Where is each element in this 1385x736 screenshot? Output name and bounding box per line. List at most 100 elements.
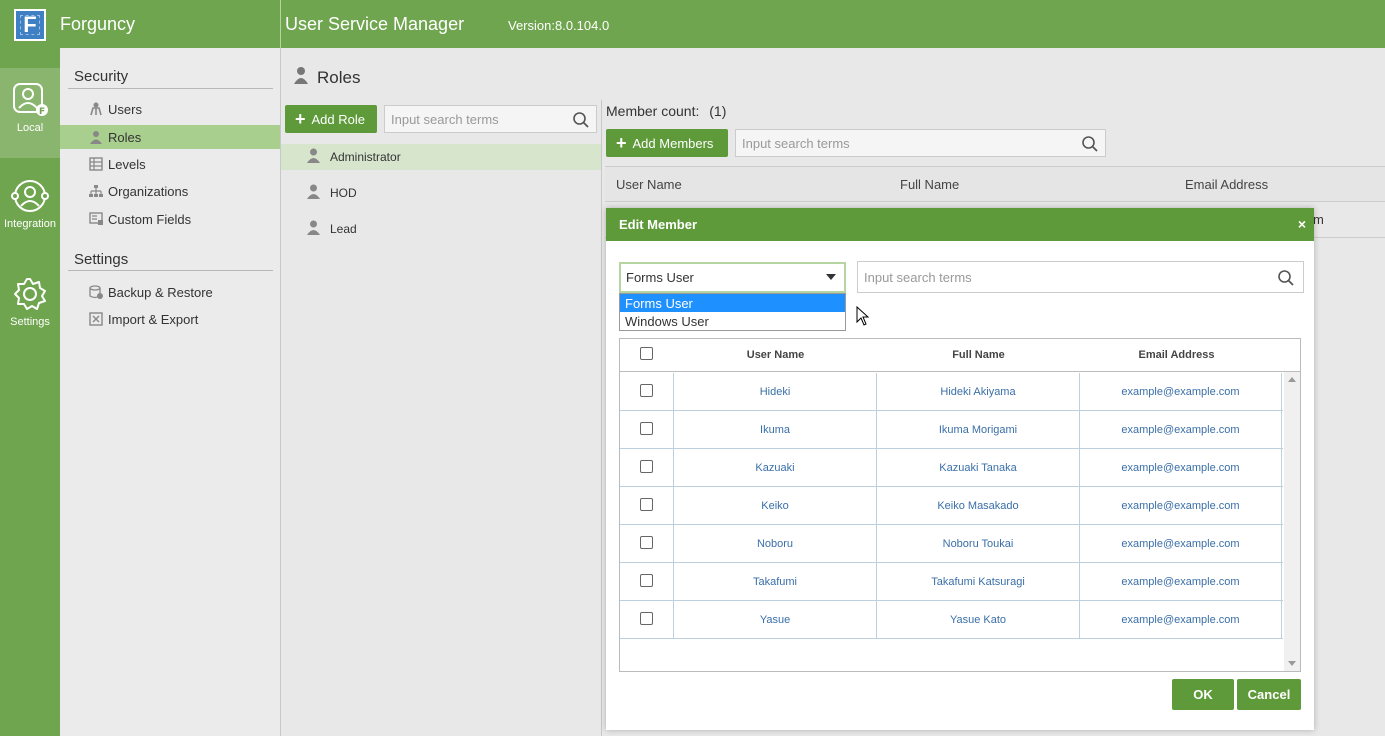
column-header[interactable]: Email Address — [1185, 177, 1268, 192]
rail-label-settings: Settings — [10, 316, 50, 328]
row-checkbox[interactable] — [640, 422, 653, 435]
row-checkbox[interactable] — [640, 460, 653, 473]
member-count-value: (1) — [709, 103, 727, 119]
column-header[interactable]: Full Name — [877, 349, 1080, 361]
nav-item-roles[interactable]: Roles — [60, 125, 280, 149]
role-label: HOD — [330, 186, 357, 200]
integration-icon — [11, 180, 49, 212]
add-role-button[interactable]: + Add Role — [285, 105, 377, 133]
brand-name: Forguncy — [60, 14, 136, 34]
row-checkbox[interactable] — [640, 612, 653, 625]
users-icon — [88, 101, 104, 117]
nav-item-import-export[interactable]: Import & Export — [60, 307, 280, 331]
settings-heading: Settings — [74, 251, 129, 268]
cell-email: example@example.com — [1079, 563, 1282, 601]
table-row[interactable]: Noboru Noboru Toukai example@example.com — [620, 525, 1283, 563]
security-heading: Security — [74, 68, 129, 85]
cell-full-name: Hideki Akiyama — [876, 373, 1079, 411]
chevron-down-icon — [826, 274, 836, 280]
ok-button[interactable]: OK — [1172, 679, 1234, 710]
local-user-icon: F — [13, 83, 48, 117]
scroll-up-icon[interactable] — [1288, 377, 1296, 382]
cell-email: example@example.com — [1079, 373, 1282, 411]
nav-label-backup-restore: Backup & Restore — [108, 284, 213, 300]
rail-label-local: Local — [16, 122, 44, 134]
search-icon[interactable] — [1081, 135, 1099, 156]
rail-item-integration[interactable]: Integration — [0, 178, 60, 248]
close-icon[interactable]: × — [1298, 216, 1306, 232]
edit-member-dialog: Edit Member × Forms User Forms User Wind… — [606, 208, 1314, 730]
option-windows-user[interactable]: Windows User — [620, 312, 845, 330]
grid-header: User Name Full Name Email Address — [620, 339, 1300, 372]
rail-item-settings[interactable]: Settings — [0, 276, 60, 346]
role-item-hod[interactable]: HOD — [281, 175, 601, 211]
cell-full-name: Keiko Masakado — [876, 487, 1079, 525]
cell-user-name: Noboru — [673, 525, 876, 563]
top-divider — [280, 0, 281, 48]
nav-item-backup-restore[interactable]: Backup & Restore — [60, 280, 280, 304]
cell-full-name: Takafumi Katsuragi — [876, 563, 1079, 601]
column-header[interactable]: Full Name — [900, 177, 959, 192]
role-item-administrator[interactable]: Administrator — [281, 144, 601, 170]
table-row[interactable]: Kazuaki Kazuaki Tanaka example@example.c… — [620, 449, 1283, 487]
nav-label-levels: Levels — [108, 156, 146, 172]
table-row[interactable]: Keiko Keiko Masakado example@example.com — [620, 487, 1283, 525]
table-row[interactable]: Hideki Hideki Akiyama example@example.co… — [620, 373, 1283, 411]
role-icon — [307, 148, 320, 166]
plus-icon: + — [616, 133, 627, 153]
member-email-partial: m — [1313, 212, 1324, 227]
table-row[interactable]: Ikuma Ikuma Morigami example@example.com — [620, 411, 1283, 449]
rail-item-local[interactable]: F Local — [0, 68, 60, 158]
search-icon[interactable] — [1277, 269, 1295, 290]
dialog-search-input[interactable]: Input search terms — [857, 261, 1304, 293]
user-type-select[interactable]: Forms User — [619, 262, 846, 293]
search-icon[interactable] — [572, 111, 590, 132]
member-search-placeholder: Input search terms — [742, 135, 850, 151]
dialog-search-placeholder: Input search terms — [864, 269, 972, 285]
role-icon — [88, 129, 104, 145]
user-grid: User Name Full Name Email Address Hideki… — [619, 338, 1301, 672]
nav-label-organizations: Organizations — [108, 183, 189, 199]
backup-icon — [88, 284, 104, 300]
grid-scrollbar[interactable] — [1284, 372, 1300, 671]
custom-fields-icon — [88, 211, 104, 227]
column-header[interactable]: User Name — [674, 349, 877, 361]
column-header[interactable]: User Name — [616, 177, 682, 192]
cell-user-name: Yasue — [673, 601, 876, 639]
app-title: User Service Manager — [285, 14, 465, 34]
nav-item-organizations[interactable]: Organizations — [60, 179, 280, 203]
row-checkbox[interactable] — [640, 574, 653, 587]
cell-email: example@example.com — [1079, 601, 1282, 639]
nav-label-import-export: Import & Export — [108, 311, 199, 327]
user-type-dropdown: Forms User Windows User — [619, 293, 846, 331]
option-forms-user[interactable]: Forms User — [620, 294, 845, 312]
nav-item-custom-fields[interactable]: Custom Fields — [60, 207, 280, 231]
role-search-placeholder: Input search terms — [391, 111, 499, 127]
role-search-input[interactable]: Input search terms — [384, 105, 597, 133]
member-search-input[interactable]: Input search terms — [735, 129, 1106, 157]
cell-email: example@example.com — [1079, 525, 1282, 563]
nav-item-levels[interactable]: Levels — [60, 152, 280, 176]
scroll-down-icon[interactable] — [1288, 661, 1296, 666]
nav-label-custom-fields: Custom Fields — [108, 211, 192, 227]
table-row[interactable]: Yasue Yasue Kato example@example.com — [620, 601, 1283, 639]
row-checkbox[interactable] — [640, 536, 653, 549]
cell-email: example@example.com — [1079, 411, 1282, 449]
add-members-button[interactable]: + Add Members — [606, 129, 728, 157]
rail-label-integration: Integration — [4, 218, 56, 230]
gear-icon — [14, 278, 46, 310]
nav-panel: Security Users Roles Levels Organization… — [60, 48, 280, 736]
select-all-checkbox[interactable] — [640, 347, 653, 360]
cell-user-name: Ikuma — [673, 411, 876, 449]
row-checkbox[interactable] — [640, 384, 653, 397]
column-header[interactable]: Email Address — [1080, 349, 1273, 361]
cell-user-name: Takafumi — [673, 563, 876, 601]
row-checkbox[interactable] — [640, 498, 653, 511]
table-row[interactable]: Takafumi Takafumi Katsuragi example@exam… — [620, 563, 1283, 601]
cell-user-name: Hideki — [673, 373, 876, 411]
role-item-lead[interactable]: Lead — [281, 211, 601, 247]
security-divider — [68, 88, 273, 89]
settings-divider — [68, 270, 273, 271]
nav-item-users[interactable]: Users — [60, 97, 280, 121]
cancel-button[interactable]: Cancel — [1237, 679, 1301, 710]
